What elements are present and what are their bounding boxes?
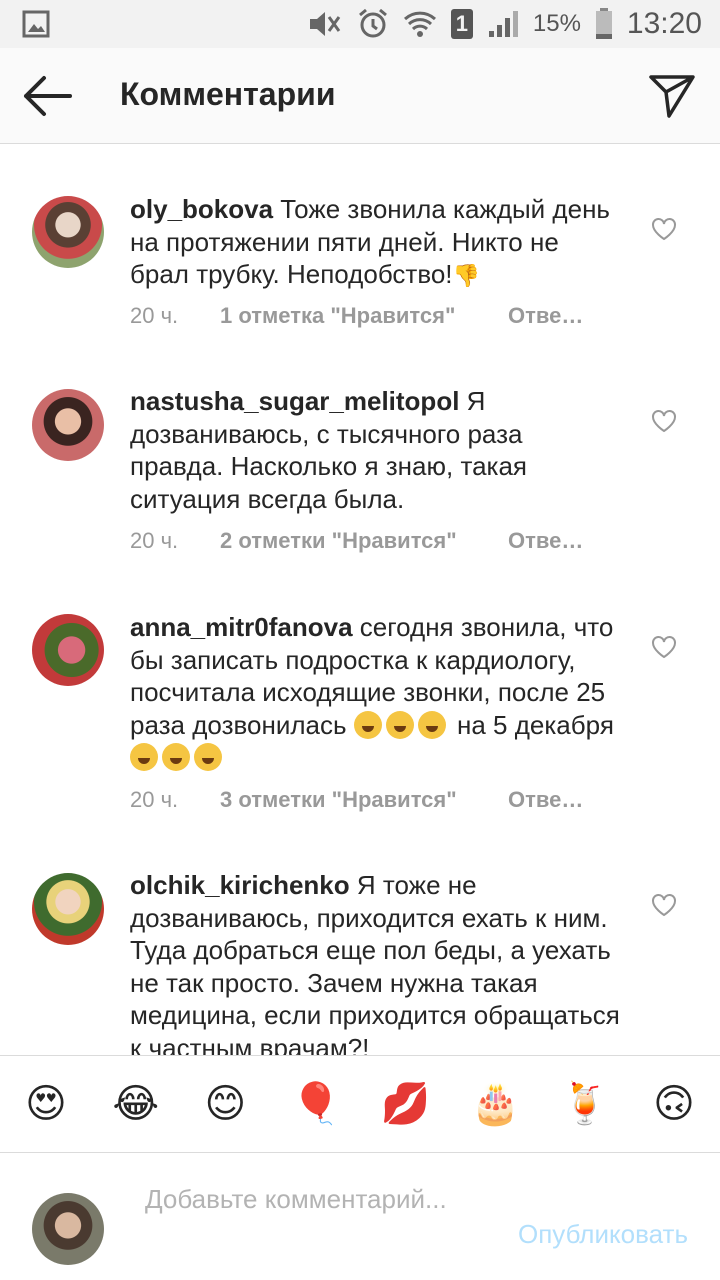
quick-emoji-bar: 😍 😂 😊 🎈 💋 🎂 🍹 🙃 <box>0 1055 720 1153</box>
battery-icon <box>595 8 613 40</box>
avatar[interactable] <box>32 389 104 461</box>
grinning-emoji-icon <box>353 710 382 739</box>
comment-meta: 20 ч. 2 отметки "Нравится" Отве… <box>130 528 583 554</box>
heart-like-icon[interactable] <box>651 409 677 433</box>
kiss-lips-emoji-icon[interactable]: 💋 <box>381 1080 431 1128</box>
direct-send-icon[interactable] <box>648 72 696 120</box>
upside-down-face-emoji-icon[interactable]: 🙃 <box>650 1080 698 1128</box>
comment-time: 20 ч. <box>130 528 179 553</box>
comment-meta: 20 ч. 1 отметка "Нравится" Отве… <box>130 303 583 329</box>
comment-meta: 20 ч. 3 отметки "Нравится" Отве… <box>130 787 583 813</box>
comment-likes-count[interactable]: 2 отметки "Нравится" <box>220 528 508 554</box>
gallery-notification-icon <box>22 10 50 45</box>
grinning-emoji-icon <box>385 710 414 739</box>
avatar[interactable] <box>32 614 104 686</box>
smiling-emoji-icon[interactable]: 😊 <box>201 1080 249 1128</box>
own-avatar <box>32 1193 104 1265</box>
heart-eyes-emoji-icon[interactable]: 😍 <box>22 1080 70 1128</box>
comment-time: 20 ч. <box>130 303 179 328</box>
mute-icon <box>307 9 343 39</box>
comments-list: oly_bokova Тоже звонила каждый день на п… <box>0 145 720 1055</box>
grimacing-emoji-icon <box>162 743 190 771</box>
comment-input[interactable]: Добавьте комментарий... <box>145 1183 465 1216</box>
balloon-emoji-icon[interactable]: 🎈 <box>291 1080 341 1128</box>
reply-button[interactable]: Отве… <box>508 787 583 813</box>
comment-text: nastusha_sugar_melitopol Я дозваниваюсь,… <box>130 385 620 515</box>
grimacing-emoji-icon <box>130 743 158 771</box>
comment-username[interactable]: nastusha_sugar_melitopol <box>130 386 459 416</box>
birthday-cake-emoji-icon[interactable]: 🎂 <box>471 1080 521 1128</box>
battery-percent: 15% <box>532 10 581 37</box>
grinning-emoji-icon <box>417 710 446 739</box>
comment-text: oly_bokova Тоже звонила каждый день на п… <box>130 193 620 293</box>
reply-button[interactable]: Отве… <box>508 303 583 329</box>
wifi-icon <box>403 9 437 39</box>
comment-trailing-emoji: 👎 <box>452 263 480 288</box>
page-title: Комментарии <box>120 76 336 112</box>
sim-indicator: 1 <box>450 9 473 39</box>
avatar[interactable] <box>32 196 104 268</box>
comment-username[interactable]: olchik_kirichenko <box>130 870 350 900</box>
top-app-bar: Комментарии <box>0 48 720 144</box>
avatar[interactable] <box>32 873 104 945</box>
comment-username[interactable]: anna_mitr0fanova <box>130 612 353 642</box>
alarm-icon <box>357 8 389 40</box>
publish-button[interactable]: Опубликовать <box>518 1219 688 1250</box>
add-comment-bar: Добавьте комментарий... Опубликовать <box>0 1153 720 1280</box>
back-arrow-icon[interactable] <box>22 74 74 118</box>
grimacing-emoji-icon <box>194 743 222 771</box>
comment-content-continued: на 5 декабря <box>457 709 614 740</box>
comment-likes-count[interactable]: 3 отметки "Нравится" <box>220 787 508 813</box>
heart-like-icon[interactable] <box>651 635 677 659</box>
status-bar: 1 15% 13:20 <box>0 0 720 48</box>
heart-like-icon[interactable] <box>651 217 677 241</box>
comment-text: anna_mitr0fanova сегодня звонила, что бы… <box>130 611 620 774</box>
reply-button[interactable]: Отве… <box>508 528 583 554</box>
comment-likes-count[interactable]: 1 отметка "Нравится" <box>220 303 508 329</box>
tears-of-joy-emoji-icon[interactable]: 😂 <box>112 1080 160 1128</box>
heart-like-icon[interactable] <box>651 893 677 917</box>
comment-time: 20 ч. <box>130 787 179 812</box>
comment-username[interactable]: oly_bokova <box>130 194 273 224</box>
comment-text: olchik_kirichenko Я тоже не дозваниваюсь… <box>130 869 620 1055</box>
tropical-drink-emoji-icon[interactable]: 🍹 <box>560 1080 610 1128</box>
clock: 13:20 <box>626 7 702 40</box>
signal-icon <box>487 9 519 39</box>
